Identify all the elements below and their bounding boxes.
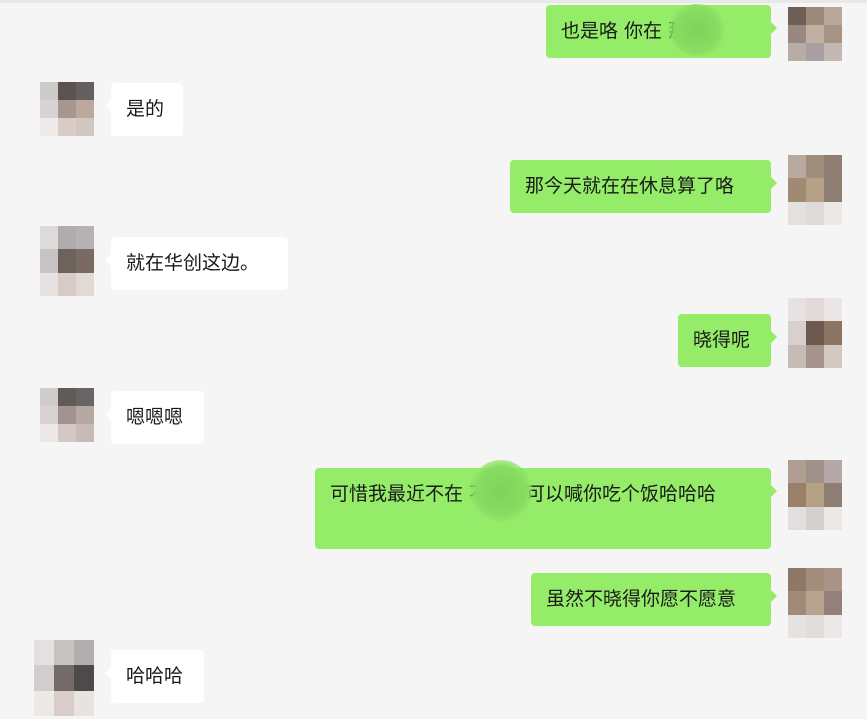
self-avatar[interactable]	[788, 7, 842, 61]
message-bubble[interactable]: 嗯嗯嗯	[105, 391, 204, 444]
top-divider	[0, 0, 867, 3]
self-avatar[interactable]	[788, 298, 842, 368]
message-bubble[interactable]: 可惜我最近不在 不然想可以喊你吃个饭哈哈哈	[315, 468, 777, 549]
redaction-blur	[470, 460, 532, 522]
message-bubble[interactable]: 也是咯 你在 那边	[546, 5, 777, 58]
contact-avatar[interactable]	[40, 226, 94, 296]
self-avatar[interactable]	[788, 460, 842, 530]
contact-avatar[interactable]	[34, 640, 94, 716]
message-text: 就在华创这边。	[126, 252, 260, 274]
message-bubble[interactable]: 是的	[105, 83, 183, 136]
message-bubble[interactable]: 就在华创这边。	[105, 237, 288, 290]
contact-avatar[interactable]	[40, 388, 94, 442]
message-bubble[interactable]: 哈哈哈	[105, 650, 204, 703]
message-text: 晓得呢	[693, 329, 751, 351]
self-avatar[interactable]	[788, 155, 842, 225]
message-text: 嗯嗯嗯	[126, 406, 184, 428]
contact-avatar[interactable]	[40, 82, 94, 136]
message-text: 那今天就在在休息算了咯	[525, 175, 735, 197]
self-avatar[interactable]	[788, 568, 842, 638]
message-text: 虽然不晓得你愿不愿意	[546, 588, 737, 610]
message-bubble[interactable]: 那今天就在在休息算了咯	[510, 160, 777, 213]
message-bubble[interactable]: 晓得呢	[678, 314, 777, 367]
message-bubble[interactable]: 虽然不晓得你愿不愿意	[531, 573, 777, 626]
message-text: 是的	[126, 98, 165, 120]
redaction-blur	[668, 4, 726, 56]
message-text: 哈哈哈	[126, 665, 184, 687]
